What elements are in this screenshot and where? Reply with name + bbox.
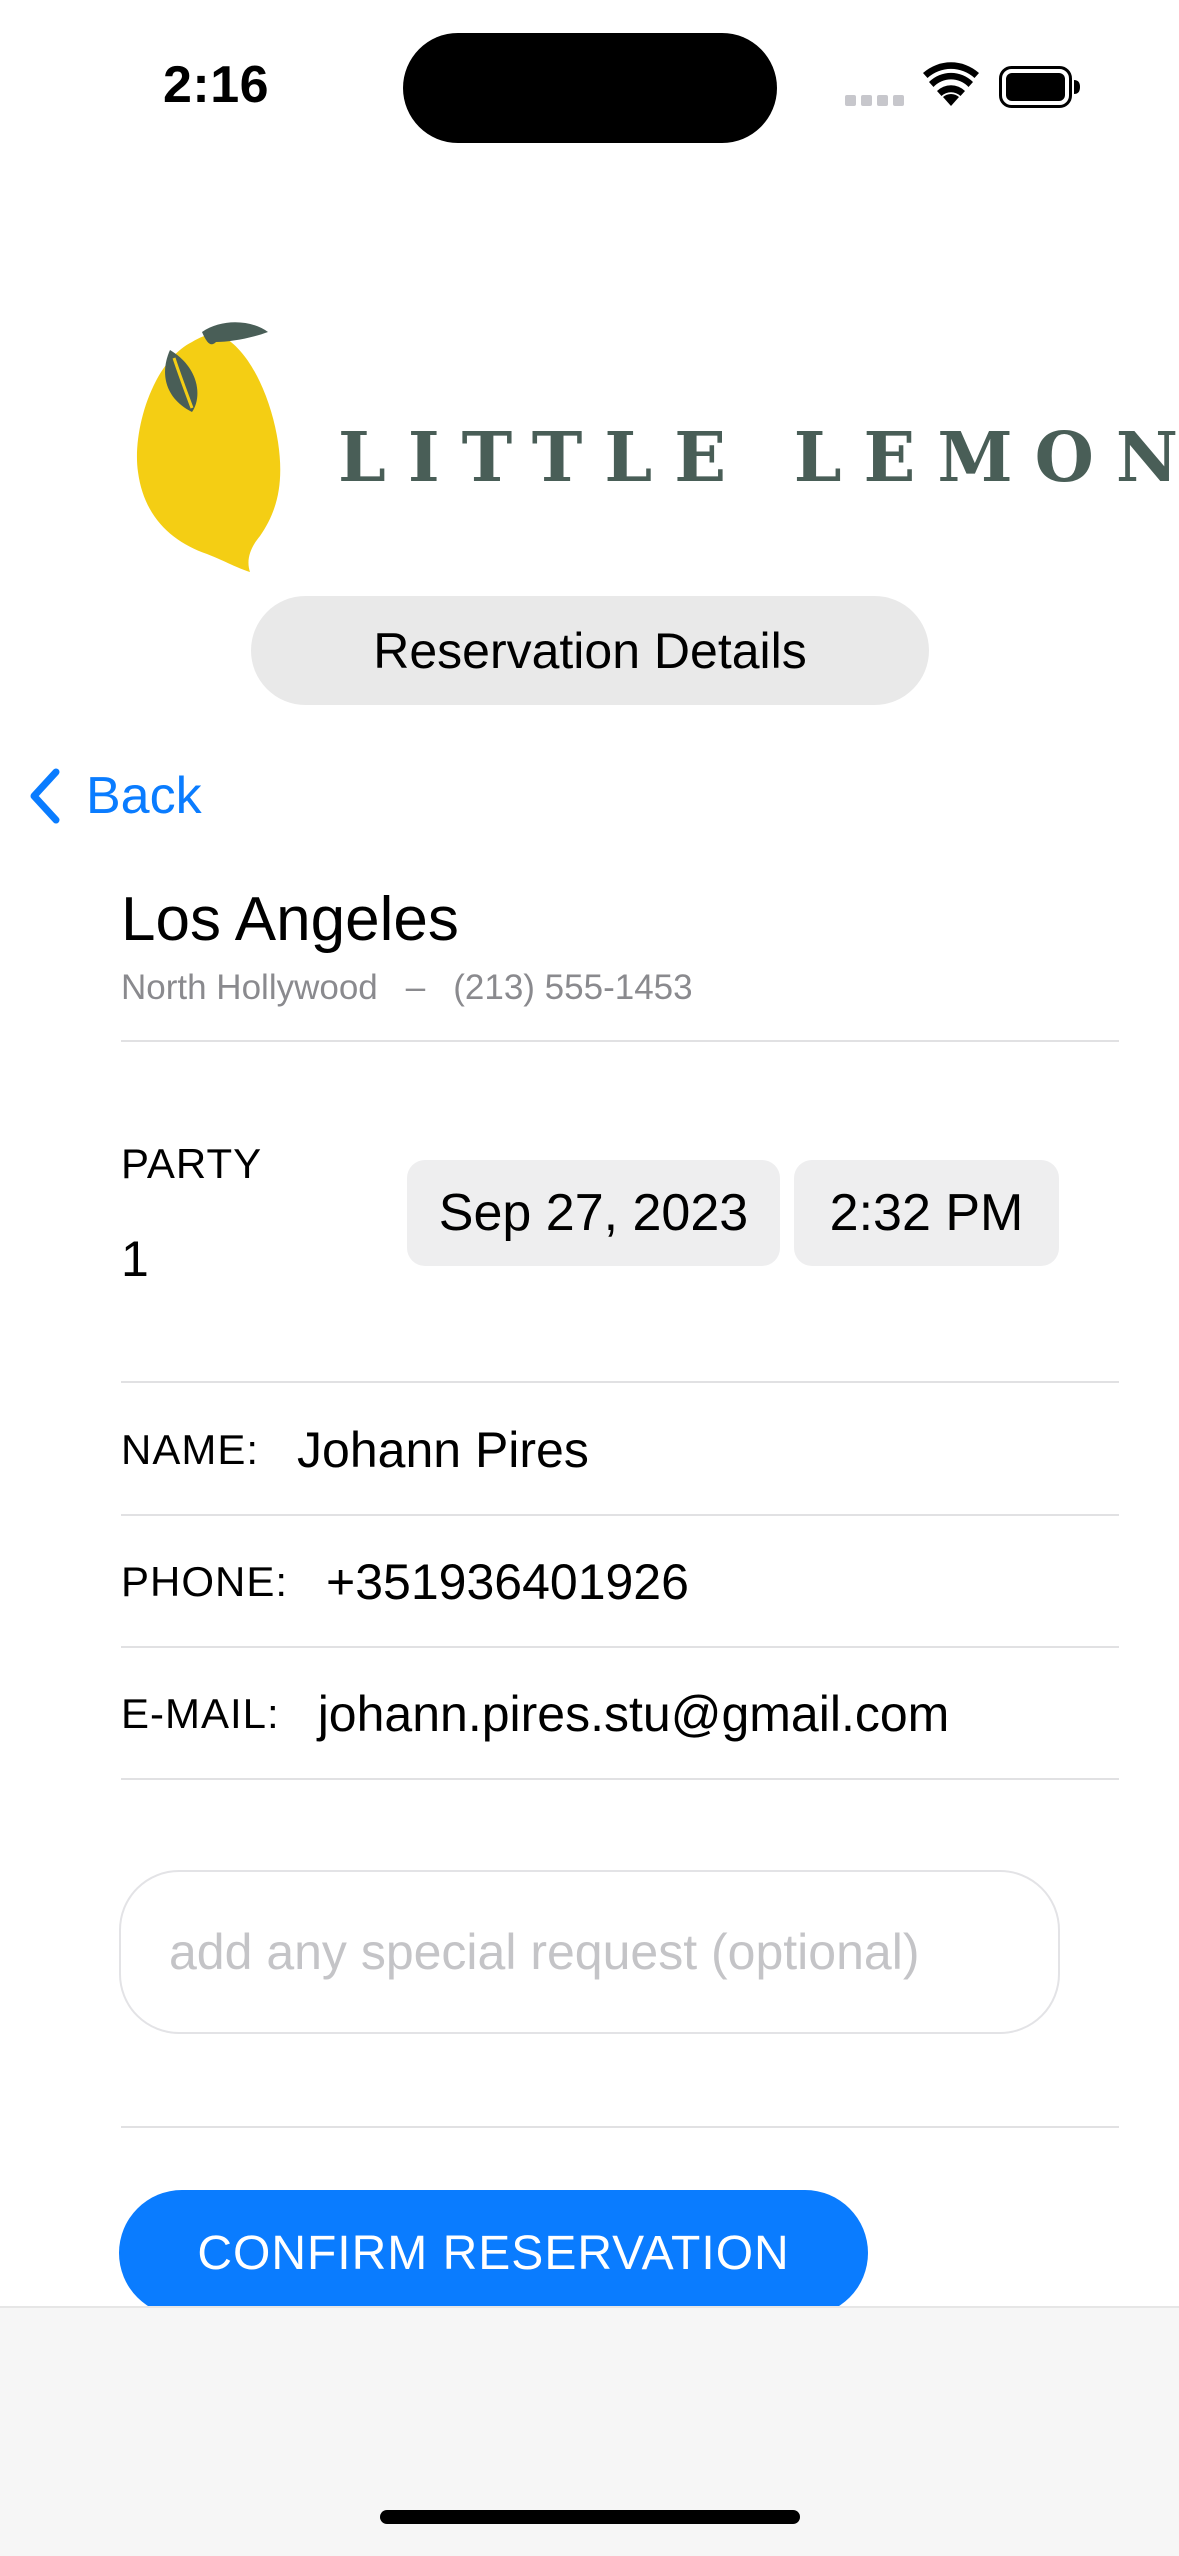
divider [121,1040,1119,1042]
brand-title: LITTLE LEMON [338,418,1179,498]
wifi-icon [923,62,979,106]
special-request-input[interactable]: add any special request (optional) [119,1870,1060,2034]
chevron-left-icon [30,768,60,824]
phone-label: PHONE: [121,1558,289,1605]
dynamic-island [403,33,777,143]
phone-field[interactable]: +351936401926 [326,1553,689,1611]
party-label: PARTY [121,1140,263,1187]
name-label: NAME: [121,1426,260,1473]
lemon-icon [136,322,281,572]
confirm-reservation-button[interactable]: CONFIRM RESERVATION [119,2190,868,2316]
party-size-value[interactable]: 1 [121,1230,149,1288]
location-city: Los Angeles [121,885,459,954]
home-indicator[interactable] [380,2510,800,2524]
cellular-signal-icon [845,95,905,107]
divider [121,1514,1119,1516]
email-field-row: E-MAIL: johann.pires.stu@gmail.com [121,1649,1119,1779]
back-button[interactable]: Back [24,764,202,828]
location-phone: (213) 555-1453 [453,968,693,1007]
divider [121,1646,1119,1648]
date-picker-button[interactable]: Sep 27, 2023 [407,1160,780,1266]
status-time: 2:16 [163,56,270,114]
phone-field-row: PHONE: +351936401926 [121,1517,1119,1647]
time-picker-button[interactable]: 2:32 PM [794,1160,1059,1266]
page-title: Reservation Details [251,596,929,705]
back-label: Back [86,767,202,825]
location-details: North Hollywood – (213) 555-1453 [121,968,693,1008]
divider [121,2126,1119,2128]
battery-icon [999,66,1080,108]
special-request-placeholder: add any special request (optional) [169,1924,920,1980]
location-neighborhood: North Hollywood [121,968,378,1007]
divider [121,1778,1119,1780]
name-field-row: NAME: Johann Pires [121,1385,1119,1515]
email-label: E-MAIL: [121,1690,280,1737]
name-field[interactable]: Johann Pires [297,1421,589,1479]
location-separator: – [405,968,426,1007]
divider [121,1381,1119,1383]
email-field[interactable]: johann.pires.stu@gmail.com [318,1685,950,1743]
